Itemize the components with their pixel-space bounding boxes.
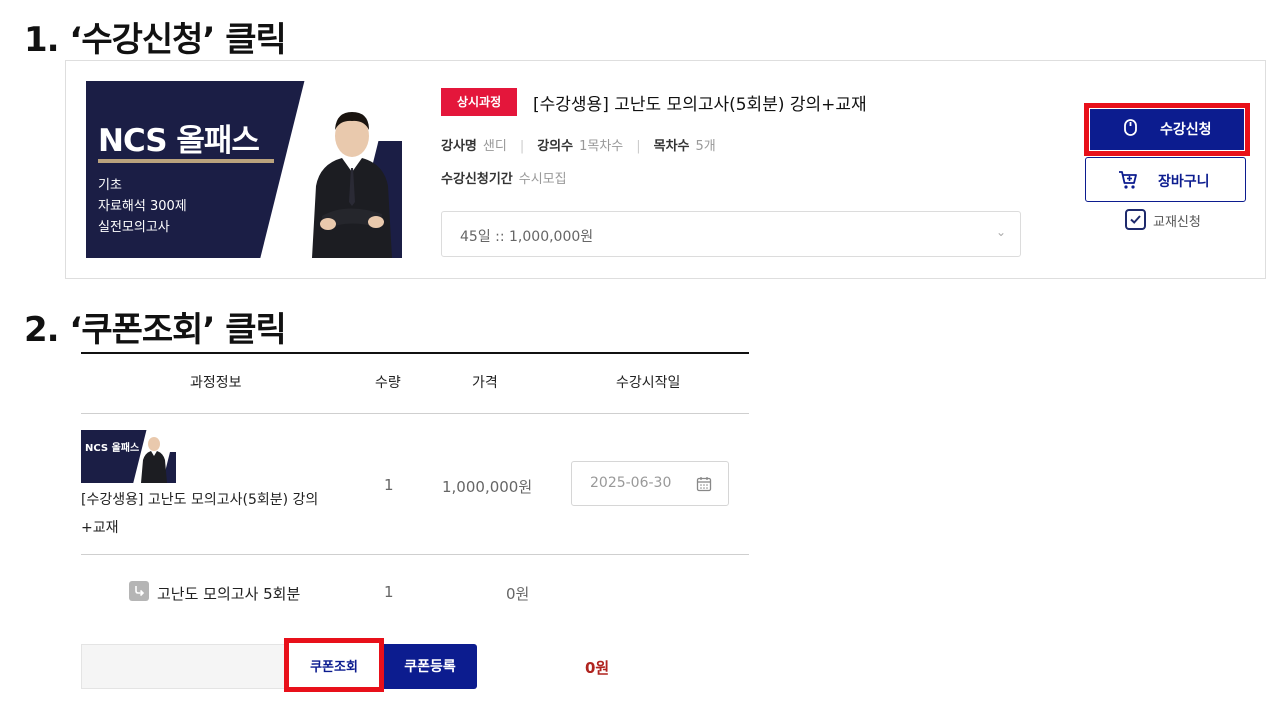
row-sub-item-name: 고난도 모의고사 5회분 bbox=[157, 585, 301, 603]
thumbnail-divider bbox=[98, 159, 274, 163]
mouse-icon bbox=[1124, 119, 1137, 136]
lectures-label: 강의수 bbox=[537, 139, 574, 154]
period-label: 수강신청기간 bbox=[441, 172, 513, 187]
row-divider bbox=[81, 554, 749, 555]
product-meta: 강사명 샌디 | 강의수 1목차수 | 목차수 5개 bbox=[441, 139, 716, 154]
thumbnail-title: NCS 올패스 bbox=[98, 123, 260, 159]
coupon-lookup-label: 쿠폰조회 bbox=[310, 660, 358, 675]
header-course-info: 과정정보 bbox=[190, 375, 242, 391]
header-start-date: 수강시작일 bbox=[616, 375, 681, 391]
instructor-photo bbox=[141, 437, 167, 483]
chapters-label: 목차수 bbox=[653, 139, 690, 154]
coupon-register-label: 쿠폰등록 bbox=[404, 659, 456, 675]
cart-icon bbox=[1119, 171, 1137, 189]
coupon-register-button[interactable]: 쿠폰등록 bbox=[383, 644, 477, 689]
instructor-label: 강사명 bbox=[441, 139, 477, 154]
thumbnail-line-2: 자료해석 300제 bbox=[98, 199, 187, 214]
instructor-photo bbox=[312, 112, 392, 258]
discount-amount: 0원 bbox=[585, 659, 610, 677]
enroll-button[interactable]: 수강신청 bbox=[1084, 103, 1250, 156]
course-type-badge: 상시과정 bbox=[441, 88, 518, 116]
product-card: NCS 올패스 기초 자료해석 300제 실전모의고사 상시과정 [수강생용] … bbox=[65, 60, 1266, 279]
row-thumbnail[interactable]: NCS 올패스 bbox=[81, 430, 176, 483]
step-1-heading: 1. ‘수강신청’ 클릭 bbox=[24, 20, 287, 60]
instructor-value: 샌디 bbox=[482, 139, 507, 154]
table-top-border bbox=[81, 352, 749, 354]
row-sub-quantity: 1 bbox=[384, 583, 394, 601]
textbook-label: 교재신청 bbox=[1153, 215, 1201, 230]
row-sub-price: 0원 bbox=[506, 585, 530, 603]
checkbox-checked-icon bbox=[1125, 209, 1146, 230]
header-price: 가격 bbox=[472, 375, 498, 391]
option-selected-value: 45일 :: 1,000,000원 bbox=[460, 229, 594, 245]
calendar-icon bbox=[696, 477, 712, 492]
cart-label: 장바구니 bbox=[1158, 174, 1210, 190]
enrollment-period: 수강신청기간 수시모집 bbox=[441, 168, 567, 187]
period-value: 수시모집 bbox=[518, 172, 567, 187]
lectures-value: 1목차수 bbox=[579, 139, 624, 154]
thumbnail-line-3: 실전모의고사 bbox=[98, 220, 170, 235]
row-thumbnail-title: NCS 올패스 bbox=[85, 443, 140, 454]
coupon-input[interactable] bbox=[81, 644, 301, 689]
start-date-value: 2025-06-30 bbox=[590, 475, 672, 491]
sub-item-arrow-icon bbox=[129, 581, 149, 601]
header-quantity: 수량 bbox=[375, 375, 401, 391]
chapters-value: 5개 bbox=[695, 139, 716, 154]
product-title[interactable]: [수강생용] 고난도 모의고사(5회분) 강의+교재 bbox=[533, 90, 867, 115]
row-quantity: 1 bbox=[384, 476, 394, 494]
thumbnail-line-1: 기초 bbox=[98, 178, 122, 193]
row-price: 1,000,000원 bbox=[442, 478, 533, 496]
step-2-heading: 2. ‘쿠폰조회’ 클릭 bbox=[24, 310, 287, 350]
product-thumbnail[interactable]: NCS 올패스 기초 자료해석 300제 실전모의고사 bbox=[86, 81, 402, 258]
course-option-select[interactable]: 45일 :: 1,000,000원 ⌄ bbox=[441, 211, 1021, 257]
coupon-lookup-button[interactable]: 쿠폰조회 bbox=[284, 638, 384, 692]
enroll-label: 수강신청 bbox=[1160, 122, 1212, 138]
header-divider bbox=[81, 413, 749, 414]
cart-button[interactable]: 장바구니 bbox=[1085, 157, 1246, 202]
chevron-down-icon: ⌄ bbox=[995, 225, 1006, 239]
start-date-input[interactable]: 2025-06-30 bbox=[571, 461, 729, 506]
row-course-name: [수강생용] 고난도 모의고사(5회분) 강의+교재 bbox=[81, 492, 319, 536]
